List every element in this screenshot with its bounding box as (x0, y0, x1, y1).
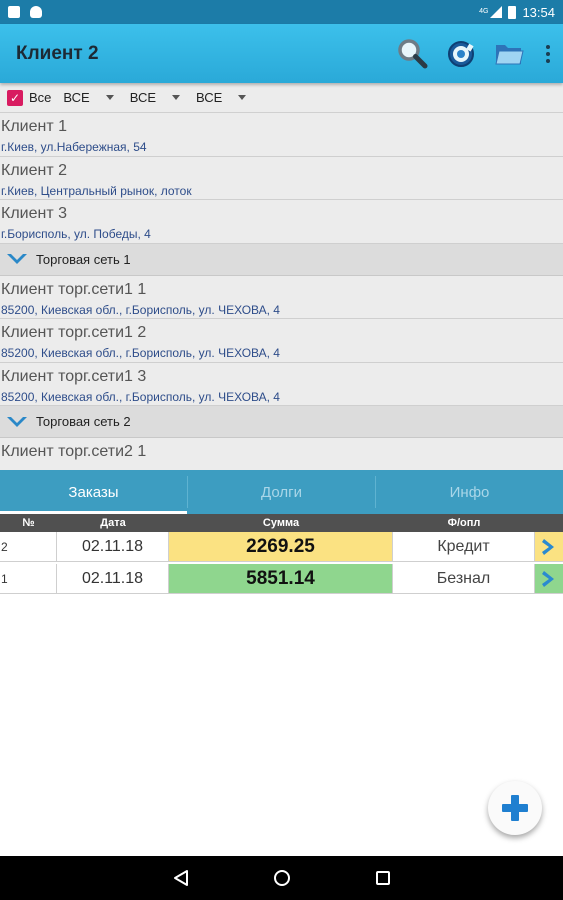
header-date: Дата (100, 517, 126, 529)
screen: 4G 13:54 Клиент 2 ✓ Все ВСЕ ВСЕ ВСЕ Клие… (0, 0, 563, 900)
back-icon[interactable] (173, 869, 189, 887)
header-num: № (22, 517, 35, 529)
group-header-2[interactable]: Торговая сеть 2 (0, 406, 563, 438)
order-date: 02.11.18 (57, 564, 169, 594)
plus-icon (502, 795, 528, 821)
signal-icon (490, 6, 503, 18)
tab-orders[interactable]: Заказы (0, 470, 187, 514)
app-bar: Клиент 2 (0, 24, 563, 83)
order-date: 02.11.18 (57, 532, 169, 562)
filter-dropdown-1[interactable]: ВСЕ (63, 90, 114, 105)
android-icon (30, 6, 42, 18)
order-payment: Безнал (393, 564, 535, 594)
settings-button[interactable] (437, 30, 485, 78)
client-name: Клиент торг.сети1 1 (1, 280, 147, 298)
header-payment: Ф/опл (447, 517, 481, 529)
network-type: 4G (479, 7, 489, 15)
status-time: 13:54 (522, 4, 555, 20)
client-name: Клиент торг.сети1 2 (1, 324, 147, 341)
notification-icon (8, 6, 20, 18)
search-button[interactable] (389, 30, 437, 78)
tab-bar: Заказы Долги Инфо (0, 470, 563, 514)
client-name: Клиент 1 (1, 118, 67, 135)
client-list[interactable]: Клиент 1 г.Киев, ул.Набережная, 54 Клиен… (0, 113, 563, 470)
client-address: 85200, Киевская обл., г.Борисполь, ул. Ч… (1, 389, 280, 404)
dropdown-arrow-icon (105, 95, 114, 100)
client-item[interactable]: Клиент торг.сети1 3 85200, Киевская обл.… (0, 363, 563, 406)
client-address: г.Киев, Центральный рынок, лоток (1, 183, 192, 198)
client-item[interactable]: Клиент 2 г.Киев, Центральный рынок, лото… (0, 157, 563, 200)
group-header-1[interactable]: Торговая сеть 1 (0, 243, 563, 276)
tab-info[interactable]: Инфо (376, 470, 563, 514)
client-item[interactable]: Клиент торг.сети1 1 85200, Киевская обл.… (0, 276, 563, 319)
client-address: г.Киев, ул.Набережная, 54 (1, 140, 147, 154)
navigation-bar (0, 856, 563, 900)
order-sum: 2269.25 (169, 532, 393, 562)
header-sum: Сумма (262, 517, 300, 529)
chevron-down-icon (7, 254, 27, 264)
all-checkbox[interactable]: ✓ (7, 89, 23, 106)
client-name: Клиент торг.сети1 3 (1, 367, 147, 385)
group-title: Торговая сеть 1 (36, 251, 131, 267)
chevron-right-icon (542, 538, 554, 555)
order-payment: Кредит (393, 532, 535, 562)
settings-icon (448, 40, 474, 67)
client-name: Клиент 3 (1, 205, 67, 222)
tab-debts[interactable]: Долги (188, 470, 375, 514)
table-row[interactable]: 2 02.11.18 2269.25 Кредит (0, 532, 563, 562)
order-num: 1 (0, 564, 57, 594)
status-bar: 4G 13:54 (0, 0, 563, 24)
client-item[interactable]: Клиент 1 г.Киев, ул.Набережная, 54 (0, 113, 563, 157)
client-item[interactable]: Клиент 3 г.Борисполь, ул. Победы, 4 (0, 200, 563, 244)
dropdown-arrow-icon (172, 95, 181, 100)
filter-dropdown-value: ВСЕ (129, 90, 157, 105)
client-name: Клиент 2 (1, 161, 67, 179)
group-title: Торговая сеть 2 (36, 414, 131, 429)
filter-dropdown-value: ВСЕ (196, 90, 223, 105)
open-order-button[interactable] (535, 532, 563, 562)
chevron-down-icon (7, 416, 27, 427)
filter-dropdown-2[interactable]: ВСЕ (129, 90, 181, 105)
client-item[interactable]: Клиент торг.сети2 1 (0, 438, 563, 470)
order-sum: 5851.14 (169, 564, 393, 594)
page-title: Клиент 2 (16, 42, 99, 64)
client-address: г.Борисполь, ул. Победы, 4 (1, 227, 151, 241)
table-row[interactable]: 1 02.11.18 5851.14 Безнал (0, 564, 563, 594)
filter-bar: ✓ Все ВСЕ ВСЕ ВСЕ (0, 83, 563, 113)
order-num: 2 (0, 532, 57, 562)
filter-dropdown-3[interactable]: ВСЕ (196, 90, 247, 105)
search-icon (398, 38, 428, 68)
home-icon[interactable] (273, 869, 291, 887)
orders-table-header: № Дата Сумма Ф/опл (0, 514, 563, 532)
dropdown-arrow-icon (238, 95, 247, 100)
client-name: Клиент торг.сети2 1 (1, 443, 147, 460)
chevron-right-icon (542, 570, 554, 587)
filter-dropdown-value: ВСЕ (63, 90, 90, 105)
client-address: 85200, Киевская обл., г.Борисполь, ул. Ч… (1, 346, 280, 360)
recents-icon[interactable] (375, 870, 391, 886)
client-address: 85200, Киевская обл., г.Борисполь, ул. Ч… (1, 302, 280, 317)
folder-icon (495, 44, 524, 64)
folder-button[interactable] (485, 30, 533, 78)
overflow-menu-button[interactable] (533, 30, 563, 78)
add-order-button[interactable] (488, 781, 542, 835)
client-item[interactable]: Клиент торг.сети1 2 85200, Киевская обл.… (0, 319, 563, 363)
open-order-button[interactable] (535, 564, 563, 594)
overflow-menu-icon (546, 44, 550, 49)
battery-icon (508, 5, 517, 19)
all-checkbox-label: Все (29, 90, 52, 105)
